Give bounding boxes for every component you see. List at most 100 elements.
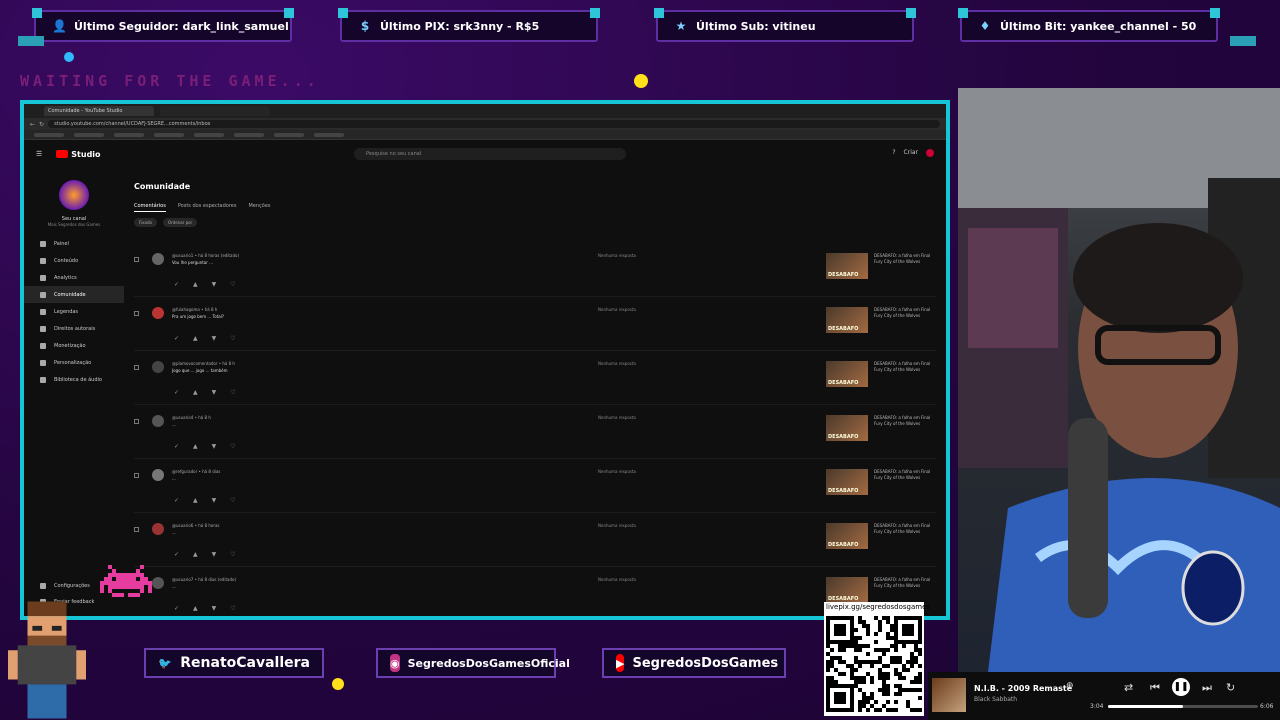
bookmark-item[interactable] [234, 132, 264, 137]
browser-tab[interactable]: Comunidade - YouTube Studio [44, 106, 154, 116]
like-icon[interactable]: ▲ [193, 389, 198, 396]
reply-icon[interactable]: ✓ [174, 551, 179, 558]
reply-icon[interactable]: ✓ [174, 389, 179, 396]
heart-icon[interactable]: ♡ [230, 335, 235, 342]
commenter-avatar[interactable] [152, 361, 164, 373]
like-icon[interactable]: ▲ [193, 335, 198, 342]
previous-icon[interactable]: ⏮ [1150, 681, 1160, 695]
bookmark-item[interactable] [74, 132, 104, 137]
heart-icon[interactable]: ♡ [230, 605, 235, 612]
progress-bar[interactable] [1108, 705, 1258, 708]
studio-logo[interactable]: Studio [56, 150, 101, 159]
video-thumbnail[interactable]: DESABAFO [826, 361, 868, 387]
video-thumbnail[interactable]: DESABAFO [826, 577, 868, 603]
reload-icon[interactable]: ↻ [39, 121, 44, 128]
next-icon[interactable]: ⏭ [1202, 681, 1212, 695]
comment-author[interactable]: @plamovocomentador • há 8 h [172, 361, 235, 366]
sidebar-item-direitos[interactable]: Direitos autorais [24, 320, 124, 337]
like-icon[interactable]: ▲ [193, 551, 198, 558]
video-title[interactable]: DESABAFO: a falha em Final Fury City of … [874, 253, 934, 265]
bookmark-item[interactable] [314, 132, 344, 137]
bookmark-item[interactable] [274, 132, 304, 137]
heart-icon[interactable]: ♡ [230, 497, 235, 504]
heart-icon[interactable]: ♡ [230, 443, 235, 450]
sidebar-item-analytics[interactable]: Analytics [24, 269, 124, 286]
add-icon[interactable]: ⊕ [1066, 681, 1074, 691]
video-title[interactable]: DESABAFO: a falha em Final Fury City of … [874, 523, 934, 535]
sidebar-item-painel[interactable]: Painel [24, 235, 124, 252]
comment-author[interactable]: @usuario6 • há 8 horas [172, 523, 220, 528]
heart-icon[interactable]: ♡ [230, 551, 235, 558]
comment-author[interactable]: @usuario1 • há 8 horas (editado) [172, 253, 239, 258]
sidebar-item-legendas[interactable]: Legendas [24, 303, 124, 320]
comment-checkbox[interactable] [134, 527, 139, 532]
menu-icon[interactable]: ☰ [36, 150, 42, 158]
video-thumbnail[interactable]: DESABAFO [826, 469, 868, 495]
sidebar-item-personalizacao[interactable]: Personalização [24, 354, 124, 371]
commenter-avatar[interactable] [152, 577, 164, 589]
comment-checkbox[interactable] [134, 311, 139, 316]
bookmark-item[interactable] [154, 132, 184, 137]
sidebar-item-comunidade[interactable]: Comunidade [24, 286, 124, 303]
account-avatar[interactable] [926, 149, 934, 157]
video-title[interactable]: DESABAFO: a falha em Final Fury City of … [874, 577, 934, 589]
reply-icon[interactable]: ✓ [174, 281, 179, 288]
comment-author[interactable]: @usuario7 • há 8 dias (editado) [172, 577, 236, 582]
dislike-icon[interactable]: ▼ [212, 389, 217, 396]
tab-comentarios[interactable]: Comentários [134, 203, 166, 212]
bookmark-item[interactable] [194, 132, 224, 137]
twitter-link[interactable]: 🐦 RenatoCavallera [144, 648, 324, 678]
commenter-avatar[interactable] [152, 307, 164, 319]
like-icon[interactable]: ▲ [193, 605, 198, 612]
commenter-avatar[interactable] [152, 469, 164, 481]
dislike-icon[interactable]: ▼ [212, 497, 217, 504]
tab-posts[interactable]: Posts dos espectadores [178, 203, 237, 212]
comment-checkbox[interactable] [134, 257, 139, 262]
dislike-icon[interactable]: ▼ [212, 443, 217, 450]
comment-checkbox[interactable] [134, 419, 139, 424]
shuffle-icon[interactable]: ⇄ [1124, 681, 1133, 694]
comment-author[interactable]: @usuario4 • há 8 h [172, 415, 211, 420]
sidebar-item-monetizacao[interactable]: Monetização [24, 337, 124, 354]
commenter-avatar[interactable] [152, 523, 164, 535]
studio-search-input[interactable]: Pesquise no seu canal [354, 148, 626, 160]
pause-button[interactable]: ❚❚ [1172, 678, 1190, 696]
help-icon[interactable]: ? [892, 149, 895, 157]
bookmark-item[interactable] [34, 132, 64, 137]
video-thumbnail[interactable]: DESABAFO [826, 523, 868, 549]
video-thumbnail[interactable]: DESABAFO [826, 307, 868, 333]
dislike-icon[interactable]: ▼ [212, 551, 217, 558]
reply-icon[interactable]: ✓ [174, 605, 179, 612]
commenter-avatar[interactable] [152, 253, 164, 265]
video-title[interactable]: DESABAFO: a falha em Final Fury City of … [874, 415, 934, 427]
comment-checkbox[interactable] [134, 473, 139, 478]
youtube-link[interactable]: ▶ SegredosDosGames [602, 648, 786, 678]
dislike-icon[interactable]: ▼ [212, 605, 217, 612]
back-icon[interactable]: ← [30, 121, 35, 128]
reply-icon[interactable]: ✓ [174, 497, 179, 504]
dislike-icon[interactable]: ▼ [212, 335, 217, 342]
reply-icon[interactable]: ✓ [174, 335, 179, 342]
dislike-icon[interactable]: ▼ [212, 281, 217, 288]
like-icon[interactable]: ▲ [193, 497, 198, 504]
browser-tab-inactive[interactable] [160, 106, 270, 116]
tab-mencoes[interactable]: Menções [248, 203, 270, 212]
sidebar-item-biblioteca[interactable]: Biblioteca de áudio [24, 371, 124, 388]
comment-author[interactable]: @fulahagoma • há 8 h [172, 307, 217, 312]
video-title[interactable]: DESABAFO: a falha em Final Fury City of … [874, 361, 934, 373]
heart-icon[interactable]: ♡ [230, 281, 235, 288]
instagram-link[interactable]: ◉ SegredosDosGamesOficial [376, 648, 570, 678]
reply-icon[interactable]: ✓ [174, 443, 179, 450]
sort-dropdown[interactable]: Ordenar por [162, 218, 198, 227]
bookmark-item[interactable] [114, 132, 144, 137]
commenter-avatar[interactable] [152, 415, 164, 427]
create-button[interactable]: Criar [904, 149, 918, 157]
comment-author[interactable]: @refgurador • há 8 dias [172, 469, 220, 474]
comment-checkbox[interactable] [134, 365, 139, 370]
sidebar-item-conteudo[interactable]: Conteúdo [24, 252, 124, 269]
filter-chip[interactable]: Fixado [134, 218, 157, 227]
video-title[interactable]: DESABAFO: a falha em Final Fury City of … [874, 307, 934, 319]
repeat-icon[interactable]: ↻ [1226, 681, 1235, 694]
like-icon[interactable]: ▲ [193, 281, 198, 288]
like-icon[interactable]: ▲ [193, 443, 198, 450]
